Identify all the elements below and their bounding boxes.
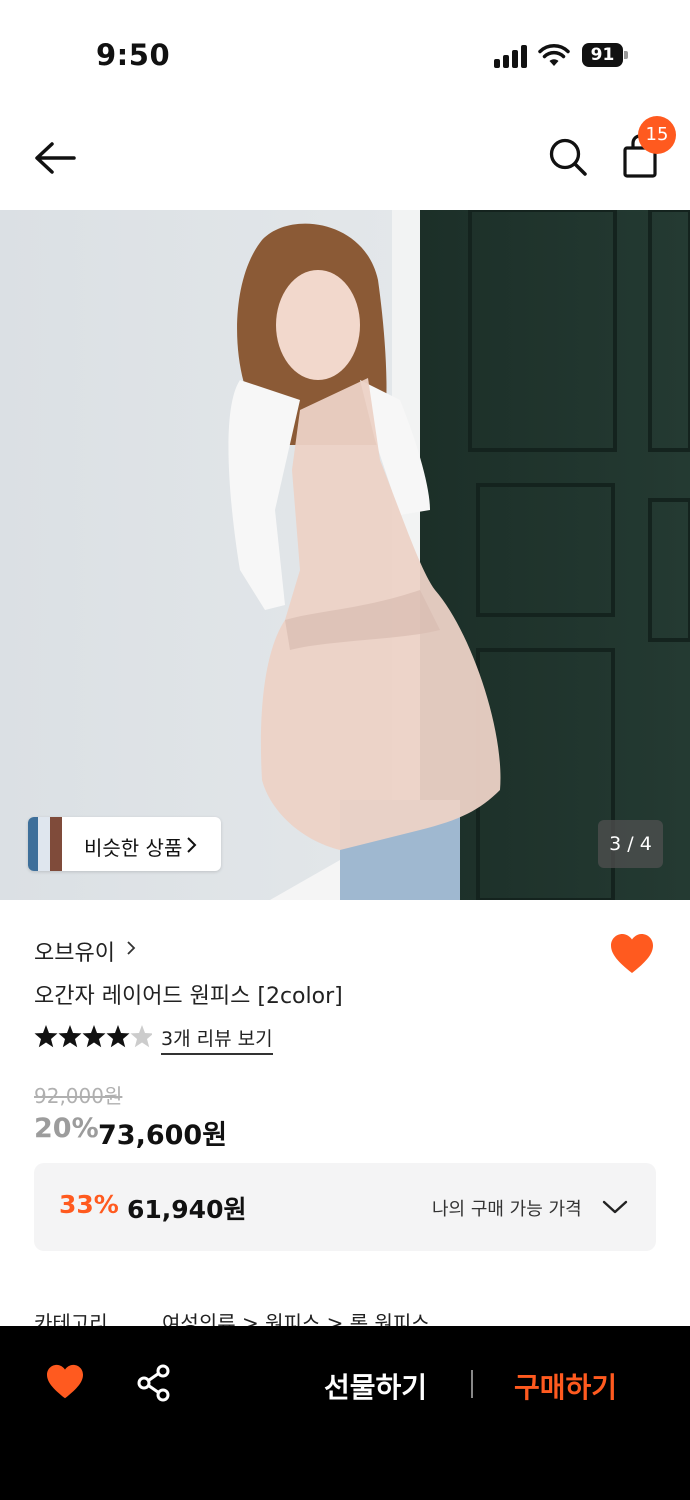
rating-stars-icon bbox=[34, 1025, 152, 1048]
similar-thumbnail bbox=[28, 817, 62, 871]
product-photo bbox=[0, 210, 690, 900]
battery-icon: 91 bbox=[582, 43, 628, 67]
back-arrow-icon[interactable] bbox=[30, 136, 80, 180]
chevron-down-icon bbox=[602, 1200, 628, 1214]
similar-items-label: 비슷한 상품 bbox=[84, 836, 183, 860]
chevron-right-icon bbox=[187, 837, 197, 853]
my-discount-rate: 33% bbox=[59, 1190, 119, 1219]
image-page-indicator: 3 / 4 bbox=[598, 820, 663, 868]
review-link[interactable]: 3개 리뷰 보기 bbox=[161, 1024, 273, 1055]
search-icon[interactable] bbox=[545, 134, 591, 180]
wifi-icon bbox=[538, 44, 570, 66]
my-price-value: 61,940원 bbox=[127, 1195, 247, 1224]
top-nav bbox=[0, 110, 690, 210]
product-image[interactable] bbox=[0, 210, 690, 900]
divider bbox=[471, 1370, 473, 1398]
my-price-label: 나의 구매 가능 가격 bbox=[432, 1199, 582, 1220]
battery-level: 91 bbox=[582, 43, 623, 67]
wishlist-heart-icon[interactable] bbox=[610, 933, 654, 975]
product-title: 오간자 레이어드 원피스 [2color] bbox=[34, 984, 343, 1009]
discount-rate: 20% bbox=[34, 1113, 99, 1144]
buy-button[interactable]: 구매하기 bbox=[514, 1366, 617, 1406]
share-icon[interactable] bbox=[136, 1364, 172, 1402]
brand-name-link[interactable]: 오브유이 bbox=[34, 935, 115, 967]
cart-count-badge: 15 bbox=[638, 116, 676, 154]
cellular-signal-icon bbox=[494, 44, 530, 68]
status-time: 9:50 bbox=[96, 38, 171, 72]
original-price: 92,000원 bbox=[34, 1084, 123, 1108]
bottom-action-bar: 선물하기 구매하기 bbox=[0, 1326, 690, 1500]
chevron-right-icon bbox=[127, 941, 136, 955]
wishlist-heart-icon[interactable] bbox=[46, 1364, 84, 1400]
gift-button[interactable]: 선물하기 bbox=[324, 1366, 427, 1406]
status-bar: 9:50 91 bbox=[0, 0, 690, 110]
my-price-box[interactable]: 33% 61,940원 나의 구매 가능 가격 bbox=[34, 1163, 656, 1251]
sale-price: 73,600원 bbox=[98, 1120, 228, 1151]
